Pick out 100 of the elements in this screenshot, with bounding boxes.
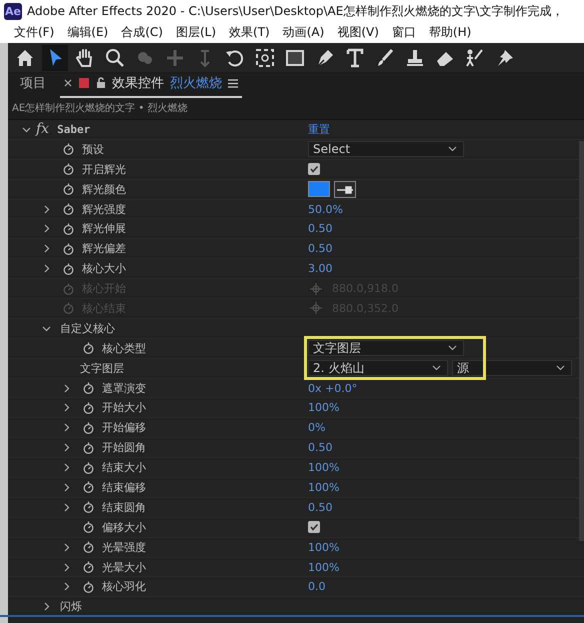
property-label: 光晕大小 bbox=[102, 560, 146, 575]
menu-item[interactable]: 效果(T) bbox=[229, 24, 270, 41]
dropdown[interactable]: 2. 火焰山 bbox=[308, 360, 448, 376]
dropdown[interactable]: 源 bbox=[452, 360, 572, 376]
stopwatch-icon[interactable] bbox=[63, 222, 74, 235]
dashed-square-icon[interactable] bbox=[254, 46, 276, 68]
property-label: 遮罩演变 bbox=[102, 380, 146, 396]
menu-icon[interactable] bbox=[228, 78, 238, 88]
menu-item[interactable]: 窗口 bbox=[392, 24, 416, 41]
caret-icon[interactable] bbox=[432, 365, 441, 372]
chevron-icon[interactable] bbox=[62, 403, 71, 412]
checkbox[interactable] bbox=[308, 163, 320, 176]
chevron-icon[interactable] bbox=[42, 602, 51, 612]
value-text[interactable]: 0x +0.0° bbox=[308, 382, 358, 395]
chevron-icon[interactable] bbox=[62, 542, 71, 552]
property-label: 辉光偏差 bbox=[82, 241, 126, 256]
effect-name: Saber bbox=[57, 122, 90, 136]
stopwatch-icon[interactable] bbox=[63, 143, 74, 156]
menu-item[interactable]: 图层(L) bbox=[176, 24, 216, 41]
stopwatch-icon[interactable] bbox=[83, 342, 94, 354]
stopwatch-icon[interactable] bbox=[83, 402, 94, 414]
chevron-icon[interactable] bbox=[42, 324, 51, 333]
property-label: 核心羽化 bbox=[102, 579, 146, 594]
stopwatch-icon[interactable] bbox=[83, 580, 94, 593]
value-text[interactable]: 100% bbox=[308, 480, 340, 494]
chevron-icon[interactable] bbox=[42, 244, 51, 254]
value-text[interactable]: 0.0 bbox=[308, 580, 326, 594]
property-label: 核心大小 bbox=[82, 261, 126, 276]
stopwatch-icon[interactable] bbox=[83, 481, 94, 494]
color-swatch[interactable] bbox=[308, 181, 330, 198]
fx-icon: fx bbox=[36, 121, 50, 138]
menu-item[interactable]: 文件(F) bbox=[14, 24, 54, 41]
stopwatch-icon[interactable] bbox=[83, 501, 94, 514]
eyedropper-icon[interactable] bbox=[334, 180, 356, 198]
caret-icon[interactable] bbox=[448, 345, 457, 352]
reset-link[interactable]: 重置 bbox=[308, 122, 330, 137]
value-text[interactable]: 100% bbox=[308, 461, 340, 474]
chevron-icon[interactable] bbox=[62, 482, 71, 492]
property-label: 核心类型 bbox=[102, 340, 146, 356]
stopwatch-icon[interactable] bbox=[63, 163, 74, 176]
chevron-icon[interactable] bbox=[62, 502, 71, 512]
value-text[interactable]: 0.50 bbox=[308, 500, 332, 514]
property-label: 闪烁 bbox=[60, 599, 82, 614]
checkbox[interactable] bbox=[308, 521, 320, 534]
type-icon[interactable] bbox=[344, 46, 366, 68]
menu-item[interactable]: 帮助(H) bbox=[428, 24, 472, 41]
value-text[interactable]: 0.50 bbox=[308, 441, 332, 454]
property-label: 开始圆角 bbox=[102, 440, 146, 456]
chevron-icon[interactable] bbox=[62, 562, 71, 572]
chevron-icon[interactable] bbox=[62, 384, 71, 393]
stopwatch-icon[interactable] bbox=[63, 183, 74, 196]
chevron-icon[interactable] bbox=[62, 463, 71, 472]
property-label: 偏移大小 bbox=[102, 520, 146, 535]
close-icon[interactable] bbox=[64, 79, 72, 87]
stopwatch-icon[interactable] bbox=[83, 561, 94, 574]
value-text[interactable]: 3.00 bbox=[308, 262, 332, 276]
stopwatch-icon[interactable] bbox=[63, 262, 74, 275]
property-label: 自定义核心 bbox=[60, 320, 115, 336]
property-label: 文字图层 bbox=[80, 360, 124, 376]
menu-item[interactable]: 视图(V) bbox=[337, 24, 379, 41]
chevron-icon[interactable] bbox=[62, 582, 71, 592]
value-text[interactable]: 0.50 bbox=[308, 222, 332, 236]
square-icon bbox=[78, 77, 90, 89]
caret-icon[interactable] bbox=[448, 146, 457, 152]
caret-icon[interactable] bbox=[556, 365, 565, 372]
stopwatch-icon[interactable] bbox=[63, 242, 74, 255]
chevron-icon[interactable] bbox=[42, 204, 51, 214]
dropdown[interactable]: 文字图层 bbox=[308, 340, 464, 356]
value-text[interactable]: 100% bbox=[308, 540, 340, 554]
stopwatch-icon[interactable] bbox=[83, 422, 94, 434]
chevron-icon[interactable] bbox=[62, 443, 71, 452]
value-text[interactable]: 0% bbox=[308, 421, 326, 434]
stopwatch-icon[interactable] bbox=[83, 462, 94, 474]
stopwatch-icon[interactable] bbox=[63, 203, 74, 215]
property-label: 结束圆角 bbox=[102, 500, 146, 515]
window-title: Adobe After Effects 2020 - C:\Users\User\Desktop\AE怎样制作烈火燃烧的文字\文字制作完成， bbox=[27, 2, 564, 20]
menu-item[interactable]: 编辑(E) bbox=[67, 24, 108, 41]
stopwatch-icon[interactable] bbox=[83, 541, 94, 554]
stopwatch-icon[interactable] bbox=[83, 521, 94, 534]
dropdown[interactable]: Select bbox=[308, 141, 464, 158]
chevron-icon[interactable] bbox=[62, 423, 71, 432]
magnifier-icon[interactable] bbox=[104, 46, 126, 68]
app-logo: Ae bbox=[4, 2, 22, 20]
property-label: 预设 bbox=[82, 142, 104, 157]
value-text[interactable]: 100% bbox=[308, 401, 340, 414]
chevron-icon[interactable] bbox=[42, 224, 51, 234]
property-label: 结束偏移 bbox=[102, 480, 146, 495]
chevron-icon[interactable] bbox=[42, 264, 51, 274]
menu-item[interactable]: 动画(A) bbox=[282, 24, 324, 41]
lock-icon[interactable] bbox=[96, 77, 106, 89]
menu-item[interactable]: 合成(C) bbox=[121, 24, 163, 41]
value-text[interactable]: 0.50 bbox=[308, 242, 332, 256]
stopwatch-icon[interactable] bbox=[83, 442, 94, 454]
stopwatch-icon[interactable] bbox=[83, 382, 94, 394]
property-label: 辉光颜色 bbox=[82, 182, 126, 197]
value-text[interactable]: 100% bbox=[308, 560, 340, 574]
panel-tab[interactable]: 项目 bbox=[16, 74, 50, 98]
property-label: 光晕强度 bbox=[102, 540, 146, 555]
value-text[interactable]: 50.0% bbox=[308, 202, 343, 216]
chevron-icon[interactable] bbox=[22, 124, 31, 134]
